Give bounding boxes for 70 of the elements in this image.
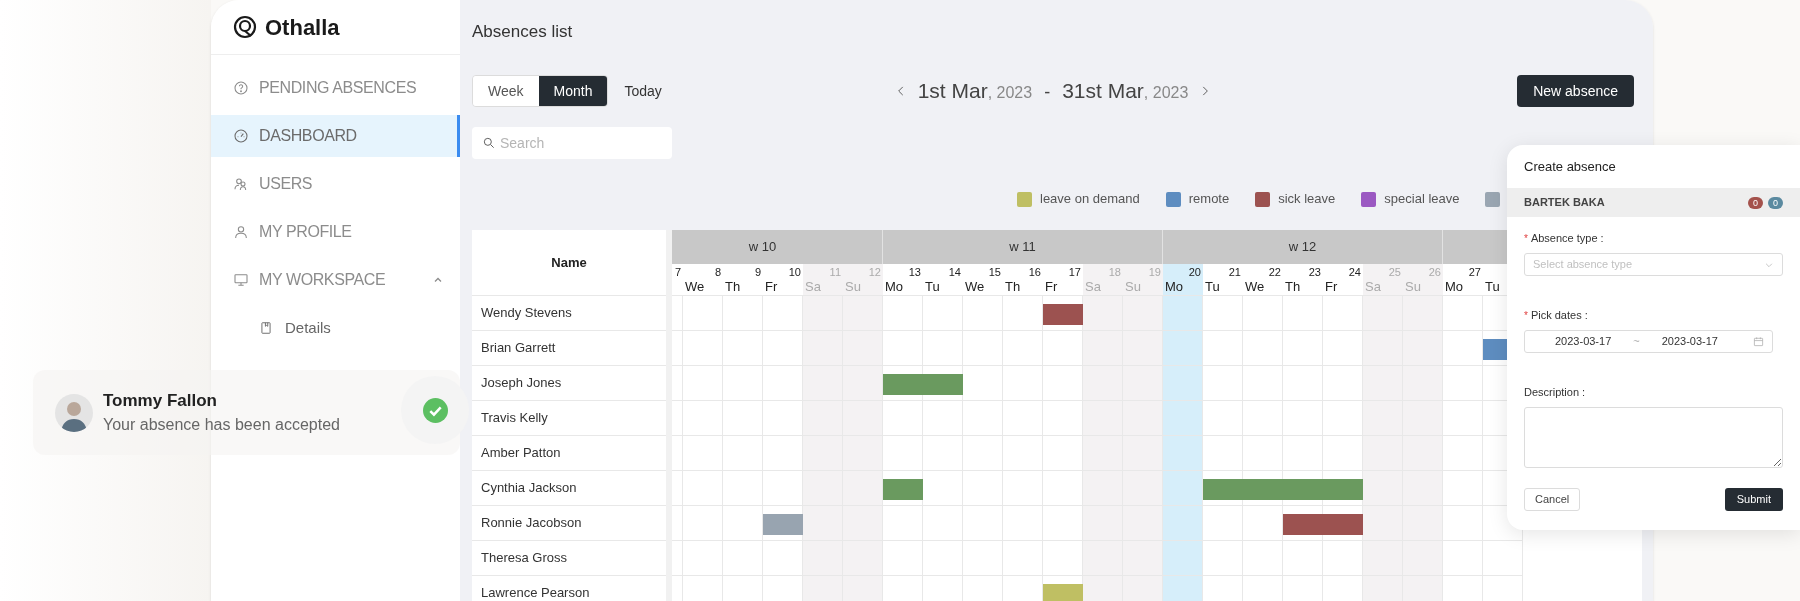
date-text: 31st Mar, 2023 bbox=[1062, 78, 1189, 105]
week-header: w 10 bbox=[672, 230, 883, 264]
page-title: Absences list bbox=[472, 21, 573, 44]
users-icon bbox=[233, 176, 249, 192]
count-badge: 0 bbox=[1747, 196, 1763, 209]
date-range-field[interactable]: 2023-03-17 ~ 2023-03-17 bbox=[1524, 330, 1773, 353]
legend-label: leave on demand bbox=[1040, 190, 1140, 209]
absence-bar[interactable] bbox=[1323, 514, 1364, 535]
name-cell: Lawrence Pearson bbox=[472, 576, 666, 601]
toast-message: Your absence has been accepted bbox=[103, 414, 340, 435]
name-cell: Amber Patton bbox=[472, 436, 666, 471]
today-button[interactable]: Today bbox=[624, 80, 662, 102]
field-label: Pick dates : bbox=[1530, 307, 1588, 323]
question-icon bbox=[233, 80, 249, 96]
user-name: BARTEK BAKA bbox=[1524, 195, 1605, 211]
date-separator: - bbox=[1044, 81, 1051, 105]
name-cell: Brian Garrett bbox=[472, 331, 666, 366]
gauge-icon bbox=[233, 128, 249, 144]
name-cell: Joseph Jones bbox=[472, 366, 666, 401]
day-header: 20 Mo bbox=[1163, 264, 1203, 295]
absence-bar[interactable] bbox=[1043, 304, 1084, 325]
legend-label: remote bbox=[1188, 190, 1230, 209]
date-text: 1st Mar, 2023 bbox=[917, 78, 1033, 105]
name-cell: Ronnie Jacobson bbox=[472, 506, 666, 541]
logo-icon bbox=[233, 15, 257, 39]
absence-bar[interactable] bbox=[883, 479, 924, 500]
day-header: 11 Sa bbox=[803, 264, 843, 295]
absence-bar[interactable] bbox=[763, 514, 804, 535]
nav-subitem[interactable]: Details bbox=[211, 307, 460, 349]
view-tab[interactable]: Week bbox=[473, 76, 539, 106]
calendar-icon bbox=[1753, 336, 1764, 347]
document-icon bbox=[259, 321, 273, 335]
new-absence-button[interactable]: New absence bbox=[1517, 75, 1634, 107]
absence-bar[interactable] bbox=[1323, 479, 1364, 500]
view-tab[interactable]: Month bbox=[538, 76, 608, 106]
name-cell: Wendy Stevens bbox=[472, 296, 666, 331]
range-separator: ~ bbox=[1633, 334, 1640, 350]
end-date: 2023-03-17 bbox=[1661, 334, 1718, 350]
name-cell: Cynthia Jackson bbox=[472, 471, 666, 506]
name-cell: Theresa Gross bbox=[472, 541, 666, 576]
select-placeholder: Select absence type bbox=[1533, 257, 1633, 273]
description-field[interactable] bbox=[1524, 407, 1783, 468]
absence-bar[interactable] bbox=[923, 374, 964, 395]
start-date: 2023-03-17 bbox=[1555, 334, 1612, 350]
day-header: 18 Sa bbox=[1083, 264, 1123, 295]
week-header: w 12 bbox=[1163, 230, 1443, 264]
field-label: Description : bbox=[1524, 384, 1586, 400]
search-icon bbox=[482, 136, 496, 150]
day-header: 19 Su bbox=[1123, 264, 1163, 295]
toast-title: Tommy Fallon bbox=[103, 390, 218, 412]
column-header: Name bbox=[472, 230, 666, 296]
week-header: w 11 bbox=[883, 230, 1163, 264]
required-mark: * bbox=[1524, 308, 1528, 323]
day-header: 12 Su bbox=[843, 264, 883, 295]
day-header: 26 Su bbox=[1403, 264, 1443, 295]
legend-label: special leave bbox=[1384, 190, 1460, 209]
submit-button[interactable]: Submit bbox=[1724, 488, 1783, 511]
count-badge: 0 bbox=[1768, 196, 1783, 209]
day-header: 25 Sa bbox=[1363, 264, 1403, 295]
nav-item[interactable]: DASHBOARD bbox=[211, 115, 460, 157]
legend-label: sick leave bbox=[1278, 190, 1336, 209]
required-mark: * bbox=[1524, 231, 1528, 246]
name-cell: Travis Kelly bbox=[472, 401, 666, 436]
check-icon bbox=[422, 397, 448, 423]
panel-title: Create absence bbox=[1523, 157, 1617, 176]
field-label: Absence type : bbox=[1530, 230, 1604, 246]
monitor-icon bbox=[233, 272, 249, 288]
user-icon bbox=[233, 224, 249, 240]
cancel-button[interactable]: Cancel bbox=[1524, 488, 1581, 511]
search-field[interactable]: Search bbox=[472, 127, 672, 159]
